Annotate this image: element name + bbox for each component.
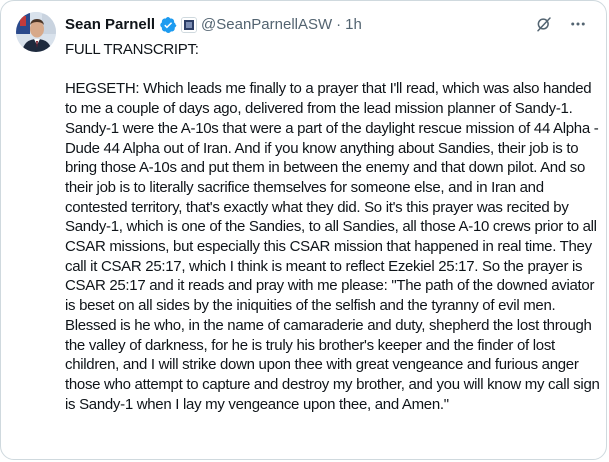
- grok-button[interactable]: [534, 14, 554, 34]
- post-text: FULL TRANSCRIPT: HEGSETH: Which leads me …: [65, 40, 603, 414]
- more-options-button[interactable]: [568, 14, 588, 34]
- header-separator: ·: [336, 16, 342, 33]
- more-options-icon: [571, 22, 585, 26]
- post-card: Sean Parnell @SeanParnellASW · 1h FULL T…: [0, 0, 607, 460]
- author-name[interactable]: Sean Parnell: [65, 15, 155, 35]
- author-avatar[interactable]: [16, 12, 56, 52]
- post-actions: [534, 14, 588, 34]
- avatar-image: [16, 12, 56, 52]
- affiliate-badge-icon[interactable]: [181, 17, 198, 33]
- post-body: HEGSETH: Which leads me finally to a pra…: [65, 80, 604, 413]
- post-timestamp[interactable]: 1h: [345, 15, 362, 35]
- grok-icon: [537, 17, 551, 32]
- post-header: Sean Parnell @SeanParnellASW · 1h: [65, 15, 362, 35]
- post-heading: FULL TRANSCRIPT:: [65, 41, 199, 58]
- verified-badge-icon: [159, 16, 177, 34]
- author-handle[interactable]: @SeanParnellASW: [201, 15, 332, 35]
